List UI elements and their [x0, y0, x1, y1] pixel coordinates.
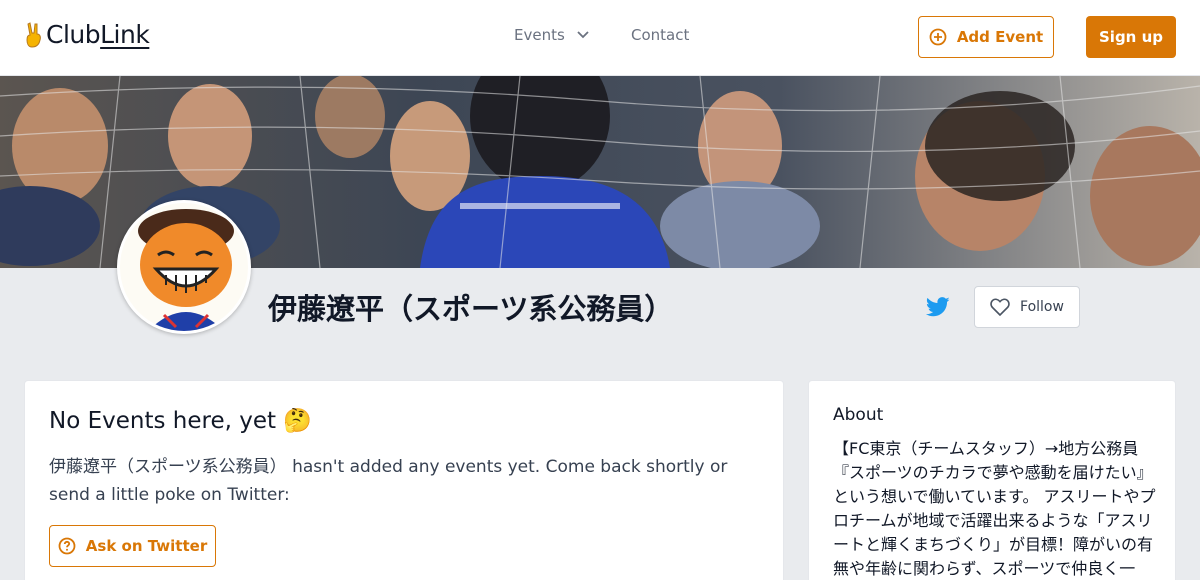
about-card: About 【FC東京（チームスタッフ）→地方公務員『スポーツのチカラで夢や感動…	[808, 380, 1176, 580]
nav-contact-link[interactable]: Contact	[631, 26, 689, 44]
top-navbar: ClubLink Events Contact Add Event Sign u…	[0, 0, 1200, 76]
plus-circle-icon	[929, 28, 947, 46]
heart-icon	[990, 298, 1010, 316]
nav-events-dropdown[interactable]: Events	[514, 26, 589, 44]
follow-button[interactable]: Follow	[974, 286, 1080, 328]
about-title: About	[833, 405, 884, 425]
add-event-button[interactable]: Add Event	[918, 16, 1054, 58]
follow-label: Follow	[1020, 299, 1064, 315]
logo-club-text: Club	[46, 20, 101, 49]
events-card: No Events here, yet 🤔 伊藤遼平（スポーツ系公務員） has…	[24, 380, 784, 580]
twitter-icon[interactable]	[926, 296, 950, 318]
logo-link-text: Link	[100, 20, 150, 49]
about-text: 【FC東京（チームスタッフ）→地方公務員『スポーツのチカラで夢や感動を届けたい』…	[833, 439, 1156, 578]
no-events-message: 伊藤遼平（スポーツ系公務員） hasn't added any events y…	[49, 457, 728, 505]
victory-hand-icon	[26, 21, 41, 48]
chevron-down-icon	[577, 31, 589, 39]
help-circle-icon	[58, 537, 76, 555]
ask-on-twitter-label: Ask on Twitter	[85, 537, 208, 555]
profile-name: 伊藤遼平（スポーツ系公務員）	[268, 292, 674, 326]
logo-text: ClubLink	[46, 20, 150, 49]
ask-on-twitter-button[interactable]: Ask on Twitter	[49, 525, 216, 567]
add-event-label: Add Event	[956, 28, 1044, 46]
avatar-illustration	[120, 203, 248, 331]
sign-up-button[interactable]: Sign up	[1086, 16, 1176, 58]
profile-avatar	[117, 200, 251, 334]
clublink-logo[interactable]: ClubLink	[24, 20, 150, 49]
no-events-title: No Events here, yet 🤔	[49, 408, 312, 434]
nav-events-label: Events	[514, 26, 565, 44]
